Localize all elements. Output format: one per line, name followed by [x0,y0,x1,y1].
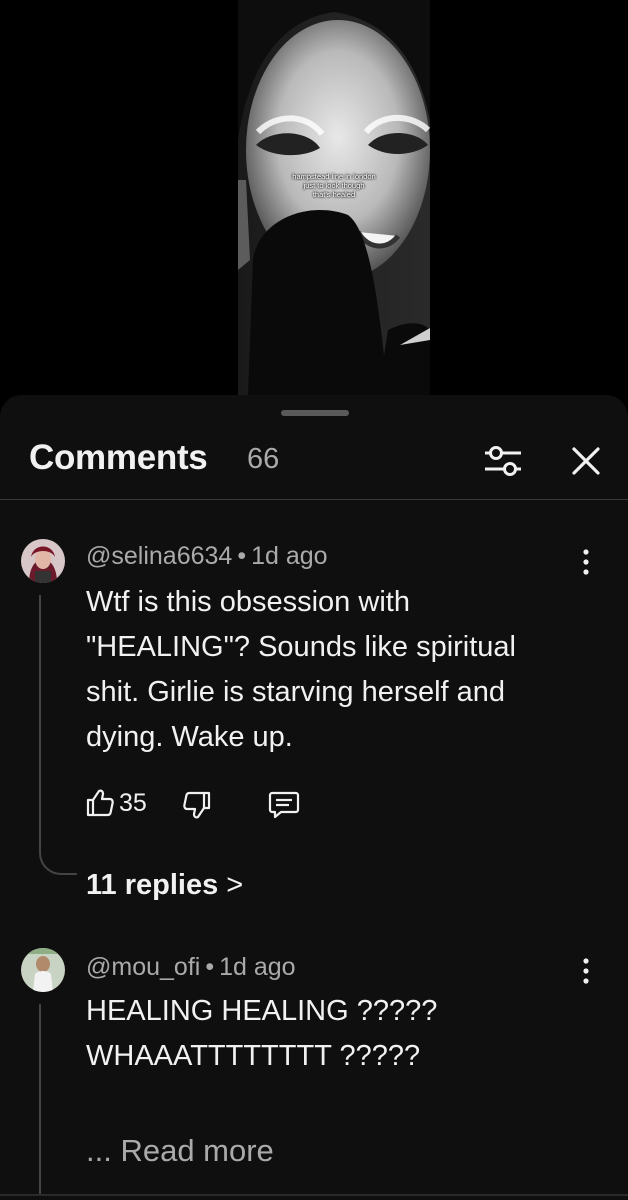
video-frame: hampstead line in london just to look th… [238,0,430,395]
thumbs-up-icon [86,789,114,817]
more-vert-icon [583,958,589,984]
like-button[interactable]: 35 [82,785,162,825]
comment-text: HEALING HEALING ????? WHAAATTTTTTTT ????… [86,989,586,1079]
drag-handle[interactable] [281,410,349,416]
comment-time: 1d ago [219,953,296,981]
thread-line [39,595,41,843]
comment-line: Wtf is this obsession with [86,586,410,618]
thread-line [39,1004,41,1195]
read-more-link[interactable]: ... Read more [86,1133,274,1169]
bottom-divider [0,1194,628,1196]
caption-line: just to look though [303,181,365,190]
close-button[interactable] [565,440,607,482]
comment-more-button[interactable] [575,545,597,579]
reply-comment-icon [268,791,300,819]
comment-line: HEALING HEALING ????? [86,995,438,1027]
sort-filter-button[interactable] [482,441,524,481]
like-count: 35 [119,789,147,817]
comment-text: Wtf is this obsession with "HEALING"? So… [86,580,586,760]
view-replies-link[interactable]: 11 replies > [86,869,243,902]
comment-meta: @selina6634 • 1d ago [86,542,328,571]
sliders-icon [485,446,521,476]
comment-line: "HEALING"? Sounds like spiritual [86,631,517,663]
comments-title: Comments [29,438,208,477]
comment-time: 1d ago [251,542,328,570]
meta-separator: • [237,542,247,570]
video-player[interactable]: hampstead line in london just to look th… [0,0,628,400]
thumbs-down-icon [183,791,211,819]
thread-curve [39,843,77,875]
header-divider [0,499,628,500]
more-vert-icon [583,549,589,575]
avatar[interactable] [21,948,65,992]
comment-author[interactable]: @mou_ofi [86,953,200,981]
avatar[interactable] [21,539,65,583]
comment-line: dying. Wake up. [86,721,293,753]
caption-line: that's healed [312,190,356,199]
comments-count: 66 [247,443,280,475]
comments-sheet: Comments 66 @selina6634 • 1d ago Wtf is … [0,395,628,1200]
video-caption: hampstead line in london just to look th… [238,172,430,199]
comment-line: shit. Girlie is starving herself and [86,676,506,708]
meta-separator: • [205,953,215,981]
comment-more-button[interactable] [575,954,597,988]
reply-button[interactable] [265,785,301,825]
comment-line: WHAAATTTTTTTT ????? [86,1040,421,1072]
chevron-right-icon: > [226,869,244,901]
caption-line: hampstead line in london [292,172,376,181]
comment-author[interactable]: @selina6634 [86,542,232,570]
replies-label: 11 replies [86,869,219,901]
close-icon [572,447,600,475]
comment-meta: @mou_ofi • 1d ago [86,953,296,982]
dislike-button[interactable] [179,785,215,825]
